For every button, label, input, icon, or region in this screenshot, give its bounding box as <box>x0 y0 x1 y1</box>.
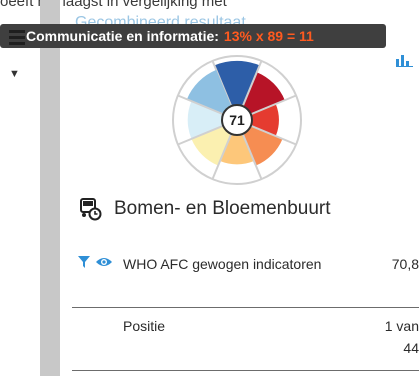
tooltip: Communicatie en informatie: 13% x 89 = 1… <box>0 24 386 48</box>
table-row: Positie 1 van 44 <box>77 315 419 365</box>
indicator-value: 70,8 <box>391 256 419 272</box>
filter-icon[interactable] <box>77 255 91 269</box>
table-row: WHO AFC gewogen indicatoren 70,8 <box>77 253 419 303</box>
divider <box>72 307 419 308</box>
van-clock-icon <box>80 198 102 221</box>
bar-chart-icon[interactable] <box>396 53 414 67</box>
score-label: 71 <box>229 112 245 128</box>
left-rail <box>40 0 60 376</box>
divider <box>72 370 419 371</box>
caret-down-icon[interactable]: ▼ <box>9 68 20 80</box>
position-value-line1: 1 van <box>384 318 419 334</box>
eye-icon[interactable] <box>95 255 113 269</box>
top-cut-text: oeeft het laagst in vergelijking met <box>0 0 227 10</box>
indicator-label: WHO AFC gewogen indicatoren <box>123 256 322 272</box>
location-header: Bomen- en Bloemenbuurt <box>80 197 331 221</box>
menu-icon[interactable] <box>9 30 25 52</box>
tooltip-formula: 13% x 89 = 11 <box>223 28 314 44</box>
tooltip-label: Communicatie en informatie: <box>26 28 219 44</box>
result-wheel: 71 <box>172 55 302 185</box>
position-label: Positie <box>123 318 166 334</box>
position-value-line2: 44 <box>403 340 419 356</box>
location-name: Bomen- en Bloemenbuurt <box>114 198 331 219</box>
